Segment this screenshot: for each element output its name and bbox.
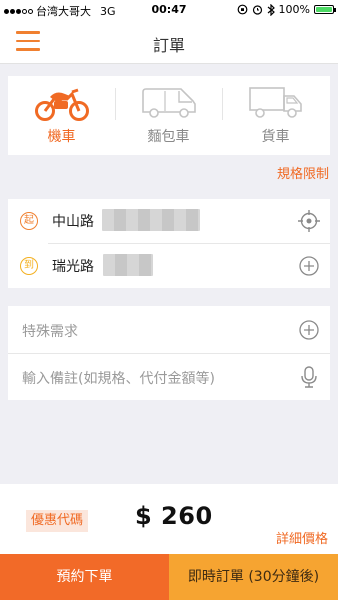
vehicle-option-truck[interactable]: 貨車 <box>222 76 329 155</box>
price-bar: 優惠代碼 $ 260 詳細價格 <box>0 484 338 554</box>
battery-icon <box>314 5 336 14</box>
dropoff-address: 瑞光路 <box>52 259 94 275</box>
status-bar: 台湾大哥大 3G 00:47 100% <box>0 0 338 20</box>
vehicle-option-scooter[interactable]: 機車 <box>8 76 115 155</box>
route-card: 起 中山路 到 瑞光路 <box>8 199 330 288</box>
note-input[interactable]: 輸入備註(如規格、代付金額等) <box>22 368 215 388</box>
alarm-icon <box>252 5 262 15</box>
pickup-row[interactable]: 起 中山路 <box>8 199 330 243</box>
vehicle-label-truck: 貨車 <box>261 129 290 145</box>
vehicle-option-van[interactable]: 麵包車 <box>115 76 222 155</box>
add-circle-icon[interactable] <box>298 319 320 341</box>
vehicle-selector: 機車 麵包車 貨車 <box>8 76 330 155</box>
dropoff-row[interactable]: 到 瑞光路 <box>8 244 330 288</box>
bluetooth-icon <box>267 3 275 16</box>
instant-order-button[interactable]: 即時訂單 (30分鐘後) <box>169 554 338 600</box>
page-title: 訂單 <box>152 36 185 55</box>
scooter-icon <box>35 88 89 121</box>
vehicle-label-van: 麵包車 <box>147 129 190 145</box>
extras-card: 特殊需求 輸入備註(如規格、代付金額等) <box>8 306 330 400</box>
truck-icon <box>249 87 302 118</box>
special-request-label: 特殊需求 <box>22 324 78 340</box>
dropoff-badge: 到 <box>20 257 38 275</box>
pickup-address: 中山路 <box>52 214 94 230</box>
rotation-lock-icon <box>237 4 247 15</box>
microphone-icon[interactable] <box>298 365 320 389</box>
spec-limit-link[interactable]: 規格限制 <box>277 163 329 182</box>
vehicle-label-scooter: 機車 <box>47 129 76 145</box>
pickup-badge: 起 <box>20 212 38 230</box>
price-amount: $ 260 <box>135 502 213 530</box>
pickup-address-redacted <box>102 209 200 231</box>
price-detail-link[interactable]: 詳細價格 <box>276 528 328 547</box>
nav-bar: 訂單 <box>0 20 338 64</box>
coupon-code-button[interactable]: 優惠代碼 <box>26 510 88 532</box>
locate-target-icon[interactable] <box>298 210 320 232</box>
battery-percent: 100% <box>278 3 310 16</box>
dropoff-address-redacted <box>103 254 153 276</box>
status-right: 100% <box>237 3 336 16</box>
reserve-order-button[interactable]: 預約下單 <box>0 554 169 600</box>
add-circle-icon[interactable] <box>298 255 320 277</box>
special-request-row[interactable]: 特殊需求 <box>8 306 330 353</box>
note-input-row[interactable]: 輸入備註(如規格、代付金額等) <box>8 353 330 400</box>
van-icon <box>142 88 196 118</box>
